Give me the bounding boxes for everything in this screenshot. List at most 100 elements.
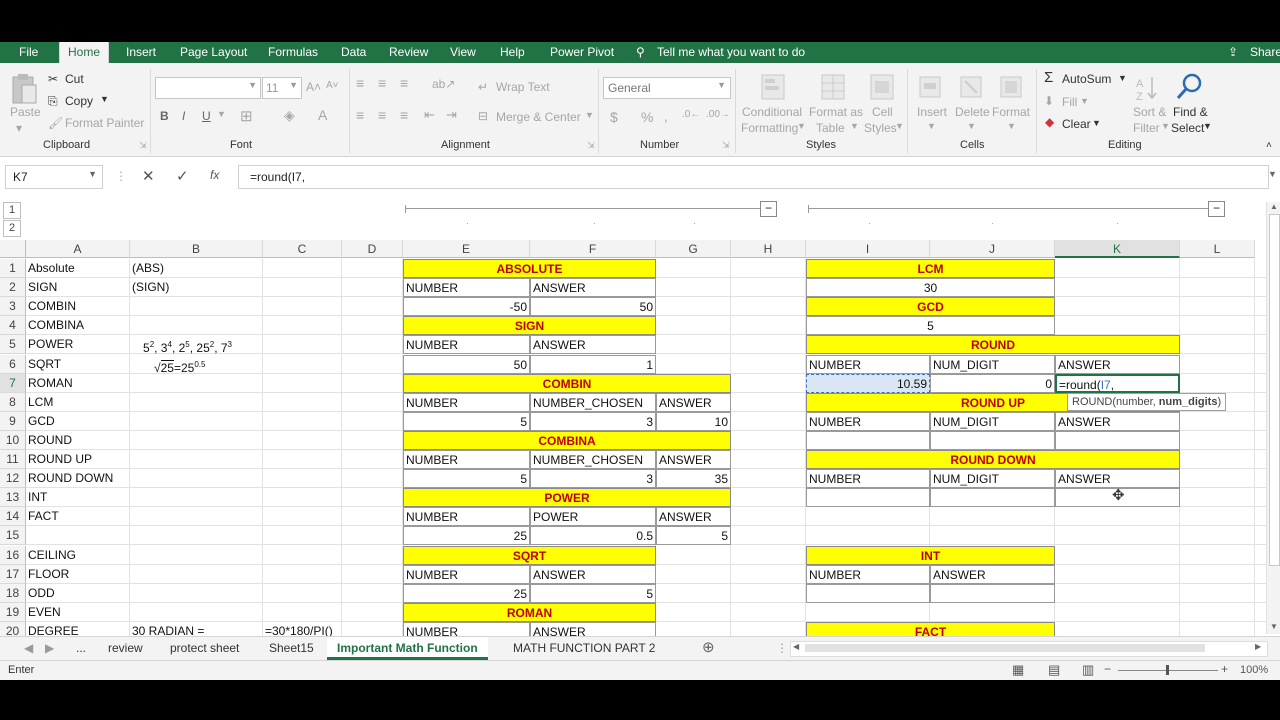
cell-k7-active[interactable]: =round(I7, bbox=[1055, 373, 1180, 393]
cell-b5-powers[interactable]: 52, 34, 25, 252, 73 bbox=[141, 335, 261, 354]
increase-decimal-icon[interactable]: .0← bbox=[682, 109, 700, 120]
row-header-13[interactable]: 13 bbox=[0, 488, 26, 508]
conditional-formatting-button[interactable]: Conditional bbox=[742, 105, 802, 119]
drag-handle-icon[interactable]: ⋮ bbox=[115, 169, 127, 183]
cell-i13[interactable] bbox=[806, 488, 930, 508]
cell-g12[interactable]: 35 bbox=[656, 469, 731, 489]
outline-collapse-button[interactable]: − bbox=[1208, 201, 1225, 217]
sheet-tab-sheet15[interactable]: Sheet15 bbox=[269, 637, 314, 659]
cell-e5[interactable]: NUMBER bbox=[403, 335, 530, 355]
header-lcm[interactable]: LCM bbox=[806, 259, 1055, 278]
cell-j7[interactable]: 0 bbox=[930, 373, 1055, 393]
column-header-i[interactable]: I bbox=[806, 240, 930, 258]
sheet-tab-important-math-function[interactable]: Important Math Function bbox=[327, 637, 488, 660]
vertical-scrollbar[interactable]: ▲ ▼ bbox=[1266, 202, 1280, 634]
sort-filter-button[interactable]: Sort & bbox=[1133, 105, 1166, 119]
tab-home[interactable]: Home bbox=[59, 41, 110, 64]
cell-j10[interactable] bbox=[930, 430, 1055, 450]
cell-i4[interactable]: 5 bbox=[806, 316, 1055, 336]
normal-view-icon[interactable]: ▦ bbox=[1012, 662, 1024, 678]
outline-level-2[interactable]: 2 bbox=[3, 220, 21, 237]
header-round[interactable]: ROUND bbox=[806, 335, 1180, 355]
cut-button[interactable]: Cut bbox=[65, 72, 84, 86]
cell-e11[interactable]: NUMBER bbox=[403, 450, 530, 469]
chevron-down-icon[interactable]: ▼ bbox=[1092, 118, 1101, 128]
cell-f17[interactable]: ANSWER bbox=[530, 564, 656, 584]
italic-button[interactable]: I bbox=[182, 109, 185, 123]
add-sheet-icon[interactable]: ⊕ bbox=[702, 637, 715, 659]
column-header-l[interactable]: L bbox=[1180, 240, 1255, 258]
tab-data[interactable]: Data bbox=[341, 42, 366, 63]
zoom-level[interactable]: 100% bbox=[1240, 664, 1268, 676]
cell-b6-sqrt[interactable]: √25=250.5 bbox=[152, 355, 262, 374]
format-as-table-icon[interactable] bbox=[820, 73, 848, 103]
header-sqrt[interactable]: SQRT bbox=[403, 545, 656, 565]
decrease-font-icon[interactable]: A˅ bbox=[326, 80, 339, 91]
cell-i18[interactable] bbox=[806, 583, 930, 603]
cell-e2[interactable]: NUMBER bbox=[403, 278, 530, 298]
cell-f12[interactable]: 3 bbox=[530, 469, 656, 489]
header-power[interactable]: POWER bbox=[403, 488, 731, 508]
align-right-icon[interactable]: ≡ bbox=[400, 107, 408, 123]
header-absolute[interactable]: ABSOLUTE bbox=[403, 259, 656, 278]
wrap-text-button[interactable]: Wrap Text bbox=[496, 80, 550, 94]
column-header-j[interactable]: J bbox=[930, 240, 1055, 258]
cell-f8[interactable]: NUMBER_CHOSEN bbox=[530, 392, 656, 412]
orientation-icon[interactable]: ab↗ bbox=[432, 77, 455, 91]
column-header-d[interactable]: D bbox=[342, 240, 403, 258]
name-box[interactable]: K7 ▼ bbox=[5, 165, 103, 189]
cell-g9[interactable]: 10 bbox=[656, 411, 731, 431]
header-sign[interactable]: SIGN bbox=[403, 316, 656, 336]
row-header-11[interactable]: 11 bbox=[0, 450, 26, 469]
cell-i10[interactable] bbox=[806, 430, 930, 450]
tab-file[interactable]: File bbox=[19, 42, 38, 63]
cell-styles-icon[interactable] bbox=[869, 73, 897, 103]
font-color-icon[interactable]: A bbox=[318, 107, 327, 123]
cell-e6[interactable]: 50 bbox=[403, 354, 530, 374]
outline-level-1[interactable]: 1 bbox=[3, 202, 21, 219]
zoom-slider-thumb[interactable] bbox=[1166, 665, 1169, 675]
header-round-down[interactable]: ROUND DOWN bbox=[806, 450, 1180, 469]
share-button[interactable]: Share bbox=[1250, 42, 1280, 63]
cell-k6[interactable]: ANSWER bbox=[1055, 354, 1180, 374]
cell-a12[interactable]: ROUND DOWN bbox=[26, 469, 130, 488]
cell-f15[interactable]: 0.5 bbox=[530, 526, 656, 546]
dialog-launcher-icon[interactable]: ⇲ bbox=[722, 140, 730, 151]
column-header-k[interactable]: K bbox=[1055, 240, 1180, 258]
borders-icon[interactable]: ⊞ bbox=[240, 107, 253, 125]
percent-button[interactable]: % bbox=[641, 109, 653, 125]
cell-b2[interactable]: (SIGN) bbox=[130, 278, 263, 297]
merge-center-button[interactable]: Merge & Center bbox=[496, 110, 581, 124]
sort-filter-icon[interactable]: AZ bbox=[1134, 73, 1162, 103]
cell-a1[interactable]: Absolute bbox=[26, 259, 130, 278]
cell-f9[interactable]: 3 bbox=[530, 411, 656, 431]
tab-help[interactable]: Help bbox=[500, 42, 525, 63]
tab-formulas[interactable]: Formulas bbox=[268, 42, 318, 63]
chevron-down-icon[interactable]: ▼ bbox=[797, 121, 806, 131]
cell-styles-button[interactable]: Cell bbox=[872, 105, 893, 119]
comma-style-icon[interactable]: , bbox=[664, 109, 668, 124]
chevron-down-icon[interactable]: ▼ bbox=[1080, 96, 1089, 106]
row-header-2[interactable]: 2 bbox=[0, 278, 26, 298]
chevron-down-icon[interactable]: ▼ bbox=[1118, 73, 1127, 83]
cell-f2[interactable]: ANSWER bbox=[530, 278, 656, 298]
tab-view[interactable]: View bbox=[450, 42, 476, 63]
cell-i17[interactable]: NUMBER bbox=[806, 564, 930, 584]
more-sheets-button[interactable]: ... bbox=[76, 637, 86, 659]
paste-button[interactable]: Paste bbox=[10, 105, 41, 119]
cell-j18[interactable] bbox=[930, 583, 1055, 603]
outline-collapse-button[interactable]: − bbox=[760, 201, 777, 217]
column-header-h[interactable]: H bbox=[731, 240, 806, 258]
row-header-19[interactable]: 19 bbox=[0, 602, 26, 622]
tell-me-box[interactable]: Tell me what you want to do bbox=[657, 42, 805, 63]
underline-button[interactable]: U bbox=[202, 109, 211, 123]
cell-a7[interactable]: ROMAN bbox=[26, 374, 130, 393]
currency-button[interactable]: $ bbox=[610, 109, 618, 125]
paste-icon[interactable] bbox=[10, 73, 38, 105]
paste-dropdown-icon[interactable]: ▾ bbox=[16, 121, 22, 135]
font-size-box[interactable]: 11 ▼ bbox=[262, 77, 302, 99]
row-header-4[interactable]: 4 bbox=[0, 316, 26, 336]
cell-a19[interactable]: EVEN bbox=[26, 603, 130, 622]
tab-power-pivot[interactable]: Power Pivot bbox=[550, 42, 614, 63]
cell-f5[interactable]: ANSWER bbox=[530, 335, 656, 355]
